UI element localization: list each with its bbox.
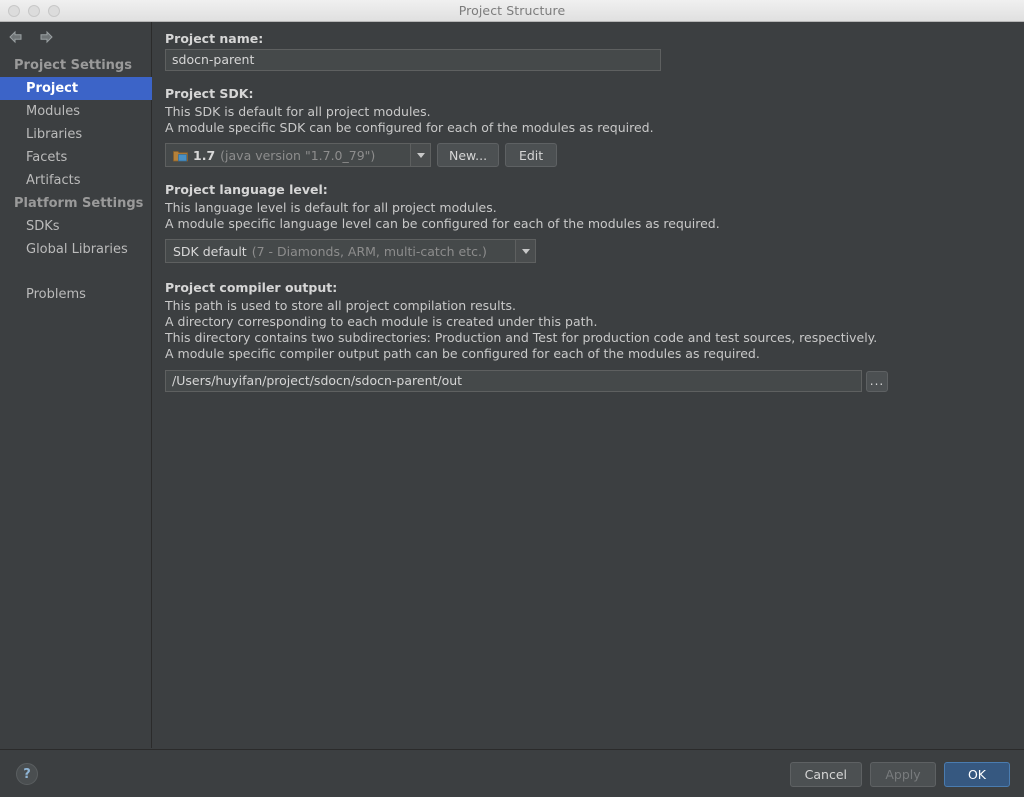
project-structure-dialog: Project Structure Project Settings Proje… [0, 0, 1024, 797]
project-sdk-chevron-down-icon[interactable] [410, 144, 430, 166]
sidebar-item-project[interactable]: Project [0, 77, 152, 100]
sidebar-item-sdks[interactable]: SDKs [0, 215, 152, 238]
dialog-action-buttons: Cancel Apply OK [789, 762, 1010, 787]
compiler-output-desc-line-4: A module specific compiler output path c… [165, 346, 760, 361]
compiler-output-controls: /Users/huyifan/project/sdocn/sdocn-paren… [165, 370, 1012, 392]
minimize-button[interactable] [28, 4, 40, 17]
caret-glyph [416, 152, 425, 158]
project-sdk-desc-line-2: A module specific SDK can be configured … [165, 120, 654, 135]
language-level-desc-line-2: A module specific language level can be … [165, 216, 720, 231]
language-level-combobox-value: SDK default (7 - Diamonds, ARM, multi-ca… [166, 244, 515, 259]
project-sdk-version-detail: (java version "1.7.0_79") [220, 147, 376, 163]
sidebar-group-platform-settings: Platform Settings [14, 196, 144, 211]
language-level-label: Project language level: [165, 182, 328, 197]
ok-button[interactable]: OK [944, 762, 1010, 787]
project-sdk-combobox[interactable]: 1.7 (java version "1.7.0_79") [165, 143, 431, 167]
language-level-desc-line-1: This language level is default for all p… [165, 200, 497, 215]
language-level-selected: SDK default [173, 243, 247, 259]
project-settings-panel: Project name: sdocn-parent Project SDK: … [153, 22, 1024, 748]
navigation-arrows [6, 27, 56, 47]
close-button[interactable] [8, 4, 20, 17]
sidebar-item-global-libraries[interactable]: Global Libraries [0, 238, 152, 261]
language-level-detail: (7 - Diamonds, ARM, multi-catch etc.) [251, 243, 487, 259]
compiler-output-label: Project compiler output: [165, 280, 338, 295]
sidebar-group-project-settings: Project Settings [14, 58, 132, 73]
help-icon[interactable]: ? [16, 763, 38, 785]
project-sdk-label: Project SDK: [165, 86, 254, 101]
project-sdk-combobox-value: 1.7 (java version "1.7.0_79") [166, 148, 410, 163]
sidebar-item-problems[interactable]: Problems [0, 283, 152, 306]
apply-button[interactable]: Apply [870, 762, 936, 787]
forward-arrow-icon[interactable] [36, 27, 56, 47]
project-sdk-desc-line-1: This SDK is default for all project modu… [165, 104, 431, 119]
window-title: Project Structure [458, 3, 566, 18]
compiler-output-section: Project compiler output: This path is us… [165, 279, 1012, 392]
window-controls [8, 4, 60, 17]
sidebar-item-libraries[interactable]: Libraries [0, 123, 152, 146]
back-arrow-icon[interactable] [6, 27, 26, 47]
sidebar-item-artifacts[interactable]: Artifacts [0, 169, 152, 192]
project-name-section: Project name: sdocn-parent [165, 30, 1012, 71]
new-sdk-button[interactable]: New... [437, 143, 500, 167]
compiler-output-desc-line-3: This directory contains two subdirectori… [165, 330, 878, 345]
language-level-combobox[interactable]: SDK default (7 - Diamonds, ARM, multi-ca… [165, 239, 536, 263]
jdk-folder-icon [173, 149, 188, 162]
project-sdk-version: 1.7 [193, 147, 216, 163]
language-level-chevron-down-icon[interactable] [515, 240, 535, 262]
compiler-output-desc-line-1: This path is used to store all project c… [165, 298, 516, 313]
project-name-input[interactable]: sdocn-parent [165, 49, 661, 71]
sidebar-item-modules[interactable]: Modules [0, 100, 152, 123]
compiler-output-path-input[interactable]: /Users/huyifan/project/sdocn/sdocn-paren… [165, 370, 862, 392]
settings-sidebar: Project Settings Project Modules Librari… [0, 22, 152, 748]
browse-path-button[interactable]: ... [866, 370, 888, 392]
sidebar-item-facets[interactable]: Facets [0, 146, 152, 169]
cancel-button[interactable]: Cancel [789, 762, 862, 787]
project-sdk-controls: 1.7 (java version "1.7.0_79") New... Edi… [165, 143, 1012, 167]
caret-glyph [521, 248, 530, 254]
project-name-label: Project name: [165, 31, 264, 46]
compiler-output-desc-line-2: A directory corresponding to each module… [165, 314, 598, 329]
zoom-button[interactable] [48, 4, 60, 17]
dialog-footer: ? Cancel Apply OK [0, 749, 1024, 797]
project-sdk-section: Project SDK: This SDK is default for all… [165, 85, 1012, 167]
window-titlebar: Project Structure [0, 0, 1024, 22]
language-level-section: Project language level: This language le… [165, 181, 1012, 263]
settings-tree: Project Settings Project Modules Librari… [0, 54, 152, 306]
edit-sdk-button[interactable]: Edit [505, 143, 558, 167]
